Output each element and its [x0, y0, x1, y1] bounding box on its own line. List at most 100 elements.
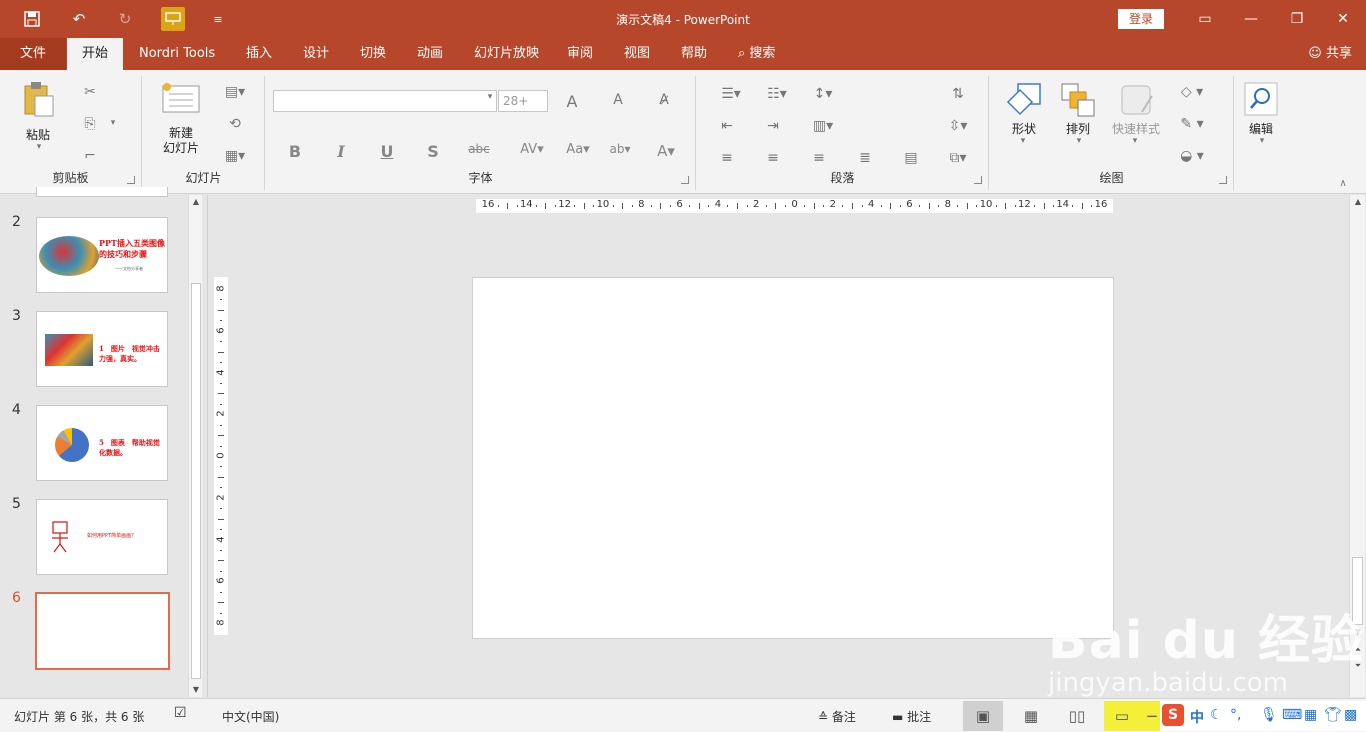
- language-indicator[interactable]: 中文(中国): [222, 708, 279, 725]
- layout-icon[interactable]: ▤▾: [221, 84, 249, 100]
- clipboard-launcher-icon[interactable]: [127, 176, 135, 184]
- line-spacing-icon[interactable]: ↕▾: [805, 86, 841, 102]
- tab-nordri-tools[interactable]: Nordri Tools: [129, 38, 225, 70]
- shape-fill-icon[interactable]: ◇ ▾: [1174, 84, 1210, 100]
- normal-view-icon[interactable]: ▣: [963, 701, 1003, 731]
- grow-font-icon[interactable]: A: [560, 92, 584, 111]
- align-right-icon[interactable]: ≡: [805, 150, 833, 166]
- tab-help[interactable]: 帮助: [671, 38, 717, 70]
- paragraph-launcher-icon[interactable]: [974, 176, 982, 184]
- format-painter-icon[interactable]: ⌐: [80, 148, 100, 164]
- tab-design[interactable]: 设计: [293, 38, 339, 70]
- thumbnail-scrollbar[interactable]: ▲ ▼: [188, 195, 202, 697]
- slideshow-view-icon[interactable]: ▭: [1104, 701, 1140, 731]
- shadow-icon[interactable]: S: [421, 142, 445, 161]
- tab-search[interactable]: ⌕ 搜索: [728, 38, 785, 70]
- notes-button[interactable]: ≙ 备注: [818, 708, 856, 725]
- collapse-ribbon-icon[interactable]: ∧: [1336, 178, 1350, 189]
- shape-effects-icon[interactable]: ◒ ▾: [1174, 148, 1210, 164]
- skin-icon[interactable]: 👕︎: [1324, 707, 1342, 723]
- strikethrough-icon[interactable]: abc: [467, 142, 491, 156]
- keyboard-icon[interactable]: ⌨: [1282, 707, 1302, 723]
- moon-icon[interactable]: ☾: [1210, 707, 1223, 723]
- section-icon[interactable]: ▦▾: [221, 148, 249, 164]
- text-direction-icon[interactable]: ⇅: [943, 86, 973, 102]
- font-launcher-icon[interactable]: [681, 176, 689, 184]
- chinese-mode-icon[interactable]: 中: [1190, 707, 1204, 727]
- close-icon[interactable]: ✕: [1331, 8, 1355, 30]
- slide-thumbnail-4[interactable]: 5 图表 帮助视觉化数据。: [36, 405, 168, 481]
- find-icon[interactable]: [1243, 82, 1279, 120]
- scrollbar-thumb[interactable]: [191, 283, 201, 679]
- shapes-icon[interactable]: [1002, 82, 1046, 122]
- smartart-icon[interactable]: ⧉▾: [943, 150, 973, 166]
- toolbox-icon[interactable]: ▩: [1344, 707, 1357, 723]
- bold-icon[interactable]: B: [283, 142, 307, 161]
- tab-home[interactable]: 开始: [67, 38, 123, 70]
- tab-transitions[interactable]: 切换: [350, 38, 396, 70]
- reading-view-icon[interactable]: ▯▯: [1057, 701, 1097, 731]
- clear-format-icon[interactable]: A̷: [652, 92, 676, 108]
- drawing-launcher-icon[interactable]: [1219, 176, 1227, 184]
- apps-icon[interactable]: ▦: [1304, 707, 1317, 723]
- tab-file[interactable]: 文件: [0, 38, 66, 70]
- arrange-icon[interactable]: [1058, 82, 1098, 122]
- comments-button[interactable]: ▬ 批注: [892, 708, 931, 725]
- slide-canvas[interactable]: [472, 277, 1114, 639]
- shape-outline-icon[interactable]: ✎ ▾: [1174, 116, 1210, 132]
- tab-slideshow[interactable]: 幻灯片放映: [464, 38, 549, 70]
- chevron-down-icon[interactable]: ▾: [1016, 136, 1030, 146]
- change-case-icon[interactable]: Aa▾: [561, 142, 595, 157]
- tab-insert[interactable]: 插入: [236, 38, 282, 70]
- decrease-indent-icon[interactable]: ⇤: [713, 118, 741, 134]
- italic-icon[interactable]: I: [329, 142, 353, 161]
- slide-sorter-icon[interactable]: ▦: [1011, 701, 1051, 731]
- scroll-up-icon[interactable]: ▲: [1350, 197, 1366, 206]
- minimize-icon[interactable]: —: [1239, 8, 1263, 30]
- chevron-down-icon[interactable]: ▾: [484, 92, 496, 102]
- slide-thumbnail-5[interactable]: 如何用PPT简单画画？: [36, 499, 168, 575]
- cut-icon[interactable]: ✂: [80, 84, 100, 100]
- scroll-up-icon[interactable]: ▲: [189, 197, 203, 206]
- restore-icon[interactable]: ❐: [1285, 8, 1309, 30]
- numbering-icon[interactable]: ☷▾: [759, 86, 795, 102]
- tab-review[interactable]: 审阅: [557, 38, 603, 70]
- columns-icon[interactable]: ▥▾: [805, 118, 841, 134]
- new-slide-label[interactable]: 新建 幻灯片: [153, 126, 209, 156]
- align-left-icon[interactable]: ≡: [713, 150, 741, 166]
- microphone-icon[interactable]: 🎙︎: [1260, 707, 1278, 723]
- align-text-icon[interactable]: ⇳▾: [943, 118, 973, 134]
- chevron-down-icon[interactable]: ▾: [106, 118, 120, 128]
- font-color-icon[interactable]: A▾: [649, 142, 683, 160]
- underline-icon[interactable]: U: [375, 142, 399, 161]
- tab-animations[interactable]: 动画: [407, 38, 453, 70]
- bullets-icon[interactable]: ☰▾: [713, 86, 749, 102]
- chevron-down-icon[interactable]: ▾: [1072, 136, 1086, 146]
- tab-view[interactable]: 视图: [614, 38, 660, 70]
- chevron-down-icon[interactable]: ▾: [1128, 136, 1142, 146]
- spellcheck-icon[interactable]: ☑: [174, 705, 187, 721]
- quick-styles-icon[interactable]: [1110, 82, 1162, 122]
- slide-thumbnail-2[interactable]: PPT插入五类图像的技巧和步骤 一一文档分享者: [36, 217, 168, 293]
- distributed-icon[interactable]: ▤: [897, 150, 925, 166]
- share-button[interactable]: ☺ 共享: [1308, 38, 1352, 70]
- sogou-logo-icon[interactable]: S: [1162, 704, 1184, 726]
- slide-thumbnail-6[interactable]: [35, 592, 170, 670]
- paste-icon[interactable]: [22, 80, 56, 122]
- slide-thumbnail-3[interactable]: 1 图片 视觉冲击力强，真实。: [36, 311, 168, 387]
- punctuation-icon[interactable]: °,: [1230, 707, 1241, 723]
- shrink-font-icon[interactable]: A: [606, 92, 630, 108]
- font-name-combo[interactable]: [273, 90, 497, 112]
- ribbon-display-icon[interactable]: ▭: [1193, 8, 1217, 30]
- new-slide-icon[interactable]: [159, 82, 203, 118]
- copy-icon[interactable]: ⎘: [80, 116, 100, 132]
- chevron-down-icon[interactable]: ▾: [32, 142, 46, 152]
- chevron-down-icon[interactable]: ▾: [1255, 136, 1269, 146]
- justify-icon[interactable]: ≣: [851, 150, 879, 166]
- highlight-icon[interactable]: ab▾: [603, 142, 637, 156]
- reset-icon[interactable]: ⟲: [221, 116, 249, 132]
- font-size-combo[interactable]: 28+: [498, 90, 548, 112]
- login-button[interactable]: 登录: [1118, 9, 1164, 29]
- char-spacing-icon[interactable]: AV▾: [515, 142, 549, 157]
- scroll-down-icon[interactable]: ▼: [189, 685, 203, 694]
